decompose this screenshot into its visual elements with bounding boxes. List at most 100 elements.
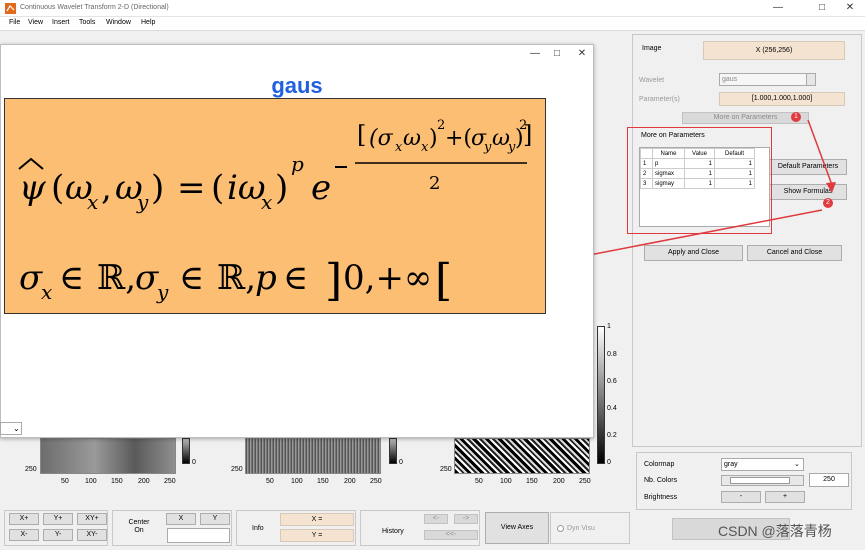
dyn-visu-radio[interactable] bbox=[557, 525, 564, 532]
svg-text:]: ] bbox=[325, 255, 342, 306]
window-title: Continuous Wavelet Transform 2-D (Direct… bbox=[20, 4, 169, 11]
control-panel: Image X (256,256) Wavelet gaus Parameter… bbox=[632, 34, 862, 447]
menu-file[interactable]: File bbox=[9, 19, 20, 26]
center-x-button[interactable]: X bbox=[166, 513, 196, 525]
svg-text:x: x bbox=[261, 190, 272, 214]
chevron-down-icon: ⌄ bbox=[13, 424, 20, 433]
colormap-group: Colormap gray ⌄ Nb. Colors 250 Brightnes… bbox=[636, 452, 852, 510]
colorbar-2 bbox=[389, 438, 397, 464]
zoom-x-plus-button[interactable]: X+ bbox=[9, 513, 39, 525]
menu-tools[interactable]: Tools bbox=[79, 19, 95, 26]
plot1-y-tick: 250 bbox=[25, 466, 37, 473]
formula-maximize-button[interactable]: □ bbox=[547, 48, 567, 59]
minimize-button[interactable]: — bbox=[768, 2, 788, 13]
svg-text:y: y bbox=[483, 140, 492, 155]
bottom-toolbar: X+ Y+ XY+ X- Y- XY- Center On X Y Info X… bbox=[0, 508, 633, 548]
info-label: Info bbox=[252, 525, 264, 532]
nb-colors-label: Nb. Colors bbox=[644, 477, 678, 484]
plot1-x-tick: 250 bbox=[164, 478, 176, 485]
image-plot-1[interactable] bbox=[40, 438, 176, 474]
zoom-y-plus-button[interactable]: Y+ bbox=[43, 513, 73, 525]
nb-colors-input[interactable]: 250 bbox=[809, 473, 849, 487]
svg-text:=: = bbox=[177, 168, 206, 208]
menu-view[interactable]: View bbox=[28, 19, 43, 26]
svg-text:∈: ∈ bbox=[283, 258, 308, 298]
menu-bar: File View Insert Tools Window Help bbox=[0, 17, 865, 31]
svg-text:x: x bbox=[395, 140, 403, 155]
zoom-y-minus-button[interactable]: Y- bbox=[43, 529, 73, 541]
svg-text:y: y bbox=[136, 190, 149, 214]
svg-text:[: [ bbox=[357, 121, 366, 149]
nb-colors-slider[interactable] bbox=[721, 475, 804, 486]
plot2-x-tick: 150 bbox=[317, 478, 329, 485]
center-input[interactable] bbox=[167, 528, 230, 543]
menu-help[interactable]: Help bbox=[141, 19, 155, 26]
zoom-xy-plus-button[interactable]: XY+ bbox=[77, 513, 107, 525]
annotation-badge-2: 2 bbox=[823, 198, 833, 208]
history-reset-button[interactable]: <<- bbox=[424, 530, 478, 540]
plot1-x-tick: 200 bbox=[138, 478, 150, 485]
formula-minimize-button[interactable]: — bbox=[525, 48, 545, 59]
zoom-x-minus-button[interactable]: X- bbox=[9, 529, 39, 541]
svg-text:): ) bbox=[275, 168, 288, 208]
svg-text:σ: σ bbox=[19, 258, 43, 298]
slider-thumb[interactable] bbox=[730, 477, 790, 484]
close-button[interactable]: ✕ bbox=[840, 2, 860, 13]
plot2-y-tick: 250 bbox=[231, 466, 243, 473]
svg-text:x: x bbox=[87, 190, 98, 214]
wavelet-dropdown-arrow-icon[interactable] bbox=[806, 73, 816, 86]
figure-dropdown[interactable]: ⌄ bbox=[0, 422, 22, 435]
svg-text:0,+∞: 0,+∞ bbox=[343, 258, 432, 298]
brightness-label: Brightness bbox=[644, 494, 678, 501]
image-plot-3[interactable] bbox=[454, 438, 590, 474]
menu-insert[interactable]: Insert bbox=[52, 19, 70, 26]
cancel-and-close-button[interactable]: Cancel and Close bbox=[747, 245, 842, 261]
formula-close-button[interactable]: ✕ bbox=[572, 48, 592, 59]
view-axes-button[interactable]: View Axes bbox=[485, 512, 549, 544]
show-formulas-button[interactable]: Show Formulas bbox=[769, 184, 847, 200]
menu-window[interactable]: Window bbox=[106, 19, 131, 26]
parameters-value-field: [1.000,1.000,1.000] bbox=[719, 92, 845, 106]
brightness-increase-button[interactable]: + bbox=[765, 491, 805, 503]
svg-text:,: , bbox=[101, 168, 112, 208]
svg-text:x: x bbox=[421, 140, 429, 155]
title-bar: Continuous Wavelet Transform 2-D (Direct… bbox=[0, 0, 865, 17]
cbar3-tick-1: 1 bbox=[607, 323, 611, 330]
apply-and-close-button[interactable]: Apply and Close bbox=[644, 245, 743, 261]
zoom-xy-minus-button[interactable]: XY- bbox=[77, 529, 107, 541]
colormap-dropdown-arrow-icon[interactable]: ⌄ bbox=[794, 460, 800, 468]
center-y-button[interactable]: Y bbox=[200, 513, 230, 525]
history-forward-button[interactable]: -> bbox=[454, 514, 478, 524]
wavelet-select[interactable]: gaus bbox=[719, 73, 815, 86]
colorbar-3 bbox=[597, 326, 605, 464]
svg-text:ψ: ψ bbox=[19, 168, 46, 208]
default-parameters-button[interactable]: Default Parameters bbox=[769, 159, 847, 175]
svg-text:[: [ bbox=[435, 255, 452, 306]
svg-text:σ: σ bbox=[135, 258, 159, 298]
svg-text:e: e bbox=[311, 168, 331, 208]
maximize-button[interactable]: □ bbox=[812, 2, 832, 13]
cbar2-zero: 0 bbox=[399, 459, 403, 466]
svg-text:∈: ∈ bbox=[59, 258, 84, 298]
more-on-parameters-button[interactable]: More on Parameters bbox=[682, 112, 809, 124]
info-x-field: X = bbox=[280, 513, 354, 526]
history-back-button[interactable]: <- bbox=[424, 514, 448, 524]
plot3-y-tick: 250 bbox=[440, 466, 452, 473]
plot3-x-tick: 50 bbox=[475, 478, 483, 485]
svg-text:ℝ,: ℝ, bbox=[97, 258, 136, 298]
plot3-x-tick: 200 bbox=[553, 478, 565, 485]
image-plot-2[interactable] bbox=[245, 438, 381, 474]
svg-text:(: ( bbox=[211, 168, 224, 208]
cbar1-zero: 0 bbox=[192, 459, 196, 466]
formula-title: gaus bbox=[271, 73, 323, 98]
center-on-label: Center On bbox=[128, 519, 150, 534]
svg-text:x: x bbox=[41, 280, 52, 304]
csdn-watermark: CSDN @落落青杨 bbox=[718, 523, 832, 539]
plot3-x-tick: 100 bbox=[500, 478, 512, 485]
cbar3-tick-06: 0.6 bbox=[607, 378, 617, 385]
plot2-x-tick: 50 bbox=[266, 478, 274, 485]
brightness-decrease-button[interactable]: - bbox=[721, 491, 761, 503]
info-y-field: Y = bbox=[280, 529, 354, 542]
svg-text:+(: +( bbox=[445, 126, 472, 151]
colormap-select[interactable]: gray bbox=[721, 458, 804, 471]
